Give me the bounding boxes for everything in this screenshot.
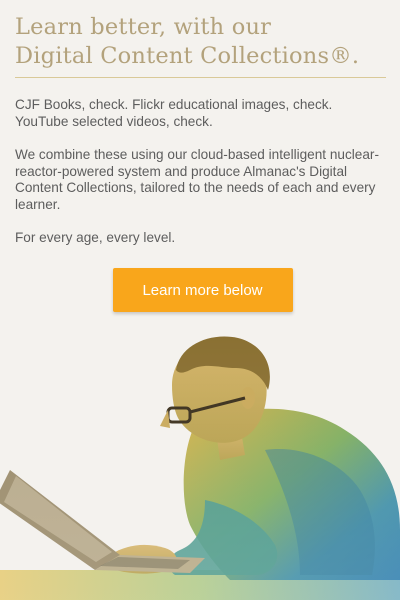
body-paragraph-3: For every age, every level. [15,230,176,245]
headline-line-1: Learn better, with our [15,14,272,40]
hero-image [0,330,400,600]
headline: Learn better, with our Digital Content C… [15,13,385,71]
body-copy: CJF Books, check. Flickr educational ima… [15,97,385,264]
learn-more-button[interactable]: Learn more below [112,268,293,312]
promo-panel: Learn better, with our Digital Content C… [0,0,400,600]
headline-divider [15,77,386,78]
person-using-laptop-icon [0,330,400,600]
body-paragraph-2: We combine these using our cloud-based i… [15,147,379,212]
body-paragraph-1: CJF Books, check. Flickr educational ima… [15,97,333,129]
cta-container: Learn more below [0,268,400,312]
headline-line-2: Digital Content Collections®. [15,43,360,69]
